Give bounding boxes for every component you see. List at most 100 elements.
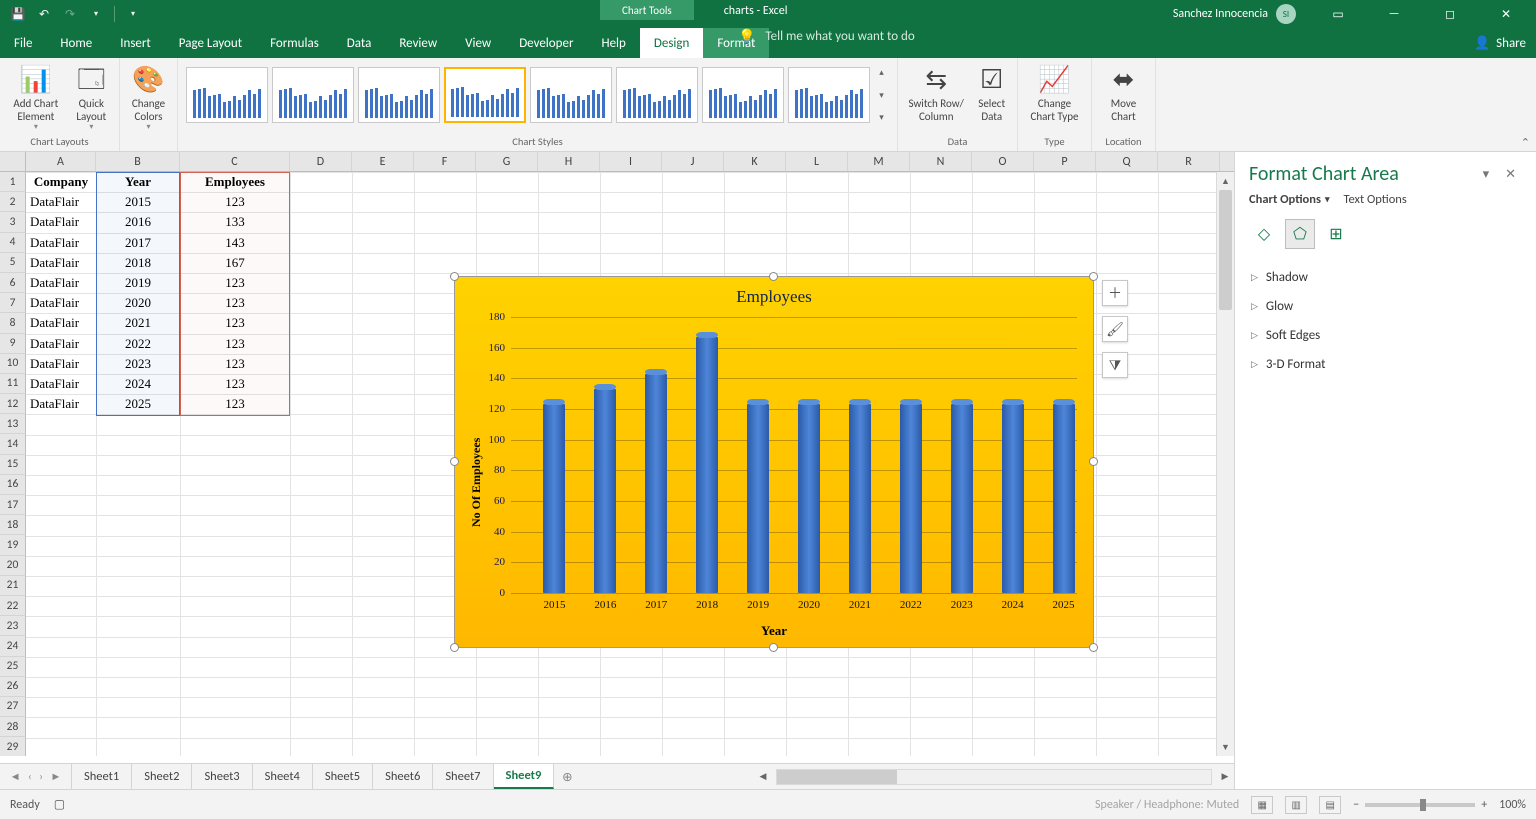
normal-view-icon[interactable]: ▦ — [1251, 796, 1273, 814]
row-header[interactable]: 19 — [0, 535, 26, 555]
cell[interactable]: 123 — [180, 293, 290, 313]
row-header[interactable]: 17 — [0, 495, 26, 515]
fill-line-icon[interactable]: ◇ — [1249, 219, 1279, 249]
chart-object[interactable]: Employees No Of Employees 02040608010012… — [454, 276, 1094, 648]
text-options-tab[interactable]: Text Options — [1343, 192, 1406, 207]
column-header[interactable]: M — [848, 152, 910, 171]
row-header[interactable]: 15 — [0, 455, 26, 475]
collapse-ribbon-icon[interactable]: ⌃ — [1521, 136, 1530, 149]
column-header[interactable]: L — [786, 152, 848, 171]
cell[interactable]: 123 — [180, 273, 290, 293]
chart-style-thumbnail[interactable] — [272, 67, 354, 123]
row-header[interactable]: 21 — [0, 576, 26, 596]
cell[interactable]: 123 — [180, 394, 290, 414]
cell[interactable]: DataFlair — [26, 233, 96, 253]
row-header[interactable]: 3 — [0, 212, 26, 232]
sheet-tab-sheet2[interactable]: Sheet2 — [132, 764, 192, 789]
column-header[interactable]: G — [476, 152, 538, 171]
zoom-slider[interactable]: − + — [1353, 798, 1487, 812]
select-all-corner[interactable] — [0, 152, 26, 171]
format-section-glow[interactable]: Glow — [1245, 292, 1526, 321]
close-button[interactable]: ✕ — [1484, 0, 1528, 28]
chart-bar[interactable] — [696, 337, 718, 593]
add-chart-element-button[interactable]: 📊 Add Chart Element ▾ — [6, 61, 66, 135]
scroll-thumb[interactable] — [1219, 190, 1232, 310]
gallery-scroll-icon[interactable]: ▾ — [879, 112, 884, 123]
tab-developer[interactable]: Developer — [505, 28, 587, 58]
effects-icon[interactable]: ⬠ — [1285, 219, 1315, 249]
chart-bar[interactable] — [747, 404, 769, 593]
close-pane-icon[interactable]: ✕ — [1499, 167, 1522, 182]
chart-style-thumbnail[interactable] — [186, 67, 268, 123]
scroll-right-icon[interactable]: ▶ — [1216, 768, 1234, 786]
prev-sheet-icon[interactable]: ‹ — [28, 770, 32, 783]
switch-row-column-button[interactable]: ⇆ Switch Row/ Column — [904, 61, 968, 125]
qat-customize-icon[interactable]: ▾ — [88, 6, 104, 22]
tab-page-layout[interactable]: Page Layout — [165, 28, 256, 58]
zoom-level[interactable]: 100% — [1499, 798, 1526, 812]
cell[interactable]: DataFlair — [26, 212, 96, 232]
undo-icon[interactable]: ↶ — [36, 6, 52, 22]
x-axis-title[interactable]: Year — [761, 623, 787, 639]
cell[interactable]: DataFlair — [26, 374, 96, 394]
sheet-tab-sheet3[interactable]: Sheet3 — [192, 764, 252, 789]
cell[interactable]: 123 — [180, 334, 290, 354]
chart-style-thumbnail[interactable] — [530, 67, 612, 123]
chart-bar[interactable] — [1002, 404, 1024, 593]
cell[interactable]: DataFlair — [26, 313, 96, 333]
row-header[interactable]: 13 — [0, 414, 26, 434]
cell[interactable]: 123 — [180, 374, 290, 394]
cell[interactable]: 2024 — [96, 374, 180, 394]
column-header[interactable]: N — [910, 152, 972, 171]
tab-insert[interactable]: Insert — [106, 28, 165, 58]
row-header[interactable]: 8 — [0, 313, 26, 333]
row-header[interactable]: 7 — [0, 293, 26, 313]
sheet-tab-sheet7[interactable]: Sheet7 — [433, 764, 493, 789]
cell[interactable]: DataFlair — [26, 273, 96, 293]
column-header[interactable]: Q — [1096, 152, 1158, 171]
cell[interactable]: 143 — [180, 233, 290, 253]
pane-options-icon[interactable]: ▾ — [1477, 167, 1496, 182]
cell[interactable]: DataFlair — [26, 293, 96, 313]
cell[interactable]: 123 — [180, 354, 290, 374]
row-header[interactable]: 20 — [0, 556, 26, 576]
row-header[interactable]: 27 — [0, 697, 26, 717]
row-header[interactable]: 22 — [0, 596, 26, 616]
chart-options-tab[interactable]: Chart Options▾ — [1249, 192, 1329, 207]
cell[interactable]: Employees — [180, 172, 290, 192]
scroll-up-icon[interactable]: ▲ — [1217, 172, 1234, 190]
row-header[interactable]: 25 — [0, 657, 26, 677]
format-section-soft-edges[interactable]: Soft Edges — [1245, 321, 1526, 350]
tab-data[interactable]: Data — [333, 28, 386, 58]
column-header[interactable]: P — [1034, 152, 1096, 171]
column-header[interactable]: B — [96, 152, 180, 171]
row-header[interactable]: 11 — [0, 374, 26, 394]
row-header[interactable]: 14 — [0, 434, 26, 454]
change-colors-button[interactable]: 🎨 Change Colors ▾ — [126, 61, 171, 135]
qat-overflow-icon[interactable]: ▾ — [125, 6, 141, 22]
row-header[interactable]: 29 — [0, 737, 26, 756]
chart-style-thumbnail[interactable] — [616, 67, 698, 123]
tab-help[interactable]: Help — [587, 28, 639, 58]
row-header[interactable]: 28 — [0, 717, 26, 737]
last-sheet-icon[interactable]: ► — [50, 770, 61, 783]
column-header[interactable]: D — [290, 152, 352, 171]
chart-filters-button[interactable]: ⧩ — [1102, 352, 1128, 378]
size-properties-icon[interactable]: ⊞ — [1321, 219, 1351, 249]
redo-icon[interactable]: ↷ — [62, 6, 78, 22]
row-header[interactable]: 18 — [0, 515, 26, 535]
cell[interactable]: DataFlair — [26, 192, 96, 212]
cell[interactable]: 2022 — [96, 334, 180, 354]
row-header[interactable]: 16 — [0, 475, 26, 495]
chart-bar[interactable] — [543, 404, 565, 593]
chart-bar[interactable] — [798, 404, 820, 593]
user-account[interactable]: Sanchez Innocencia SI — [1173, 4, 1304, 24]
row-header[interactable]: 10 — [0, 354, 26, 374]
vertical-scrollbar[interactable]: ▲ ▼ — [1216, 172, 1234, 756]
chart-style-thumbnail[interactable] — [788, 67, 870, 123]
cell[interactable]: 2017 — [96, 233, 180, 253]
new-sheet-button[interactable]: ⊕ — [554, 769, 580, 785]
chart-bar[interactable] — [645, 374, 667, 593]
chart-bar[interactable] — [1053, 404, 1075, 593]
row-header[interactable]: 24 — [0, 636, 26, 656]
